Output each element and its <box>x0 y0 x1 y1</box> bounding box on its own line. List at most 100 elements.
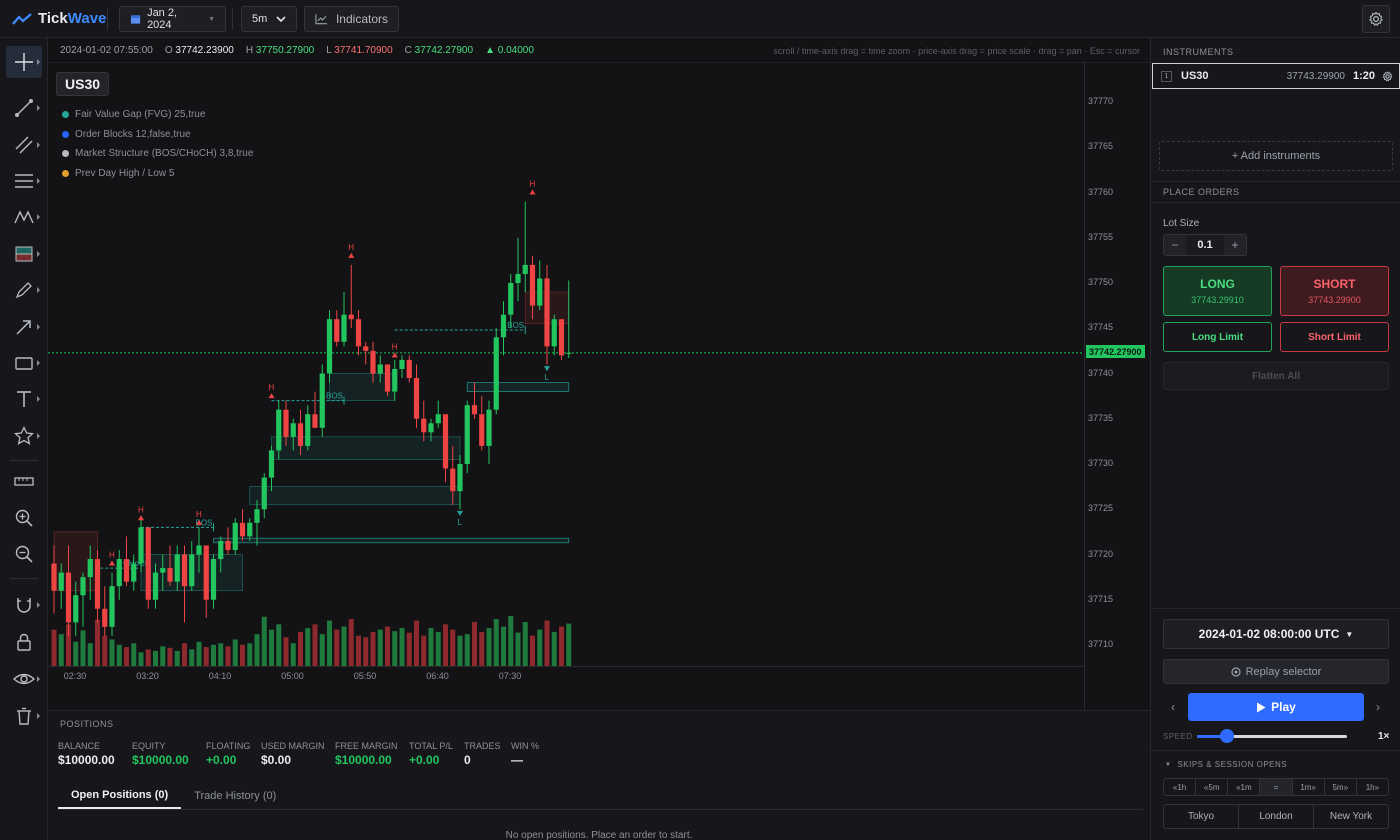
instrument-leverage: 1:20 <box>1352 70 1375 82</box>
high-number: 37750.27900 <box>255 45 315 56</box>
order-block-zone <box>466 382 570 392</box>
skip-forward-5m-button[interactable]: 5m» <box>1325 779 1357 795</box>
indicators-button[interactable]: Indicators <box>304 6 399 32</box>
skip-back-5m-button[interactable]: «5m <box>1196 779 1229 795</box>
tool-visibility[interactable] <box>6 663 42 695</box>
step-back-button[interactable]: ‹ <box>1171 700 1175 714</box>
legend-label: Prev Day High / Low 5 <box>75 167 175 179</box>
session-london-button[interactable]: London <box>1239 805 1314 828</box>
session-tokyo-button[interactable]: Tokyo <box>1164 805 1239 828</box>
skip-forward-1h-button[interactable]: 1h» <box>1357 779 1388 795</box>
skip-forward-1m-button[interactable]: 1m» <box>1293 779 1325 795</box>
panel-divider <box>1151 608 1400 609</box>
gear-icon[interactable] <box>1382 70 1393 82</box>
settings-button[interactable] <box>1362 5 1390 33</box>
replay-selector-button[interactable]: Replay selector <box>1163 659 1389 684</box>
caret-right-icon <box>37 324 40 330</box>
tool-rectangle[interactable] <box>6 347 42 379</box>
skips-header[interactable]: ▼ SKIPS & SESSION OPENS <box>1165 760 1287 769</box>
candle-body <box>464 405 470 464</box>
instrument-row[interactable]: 1 US30 37743.29900 1:20 <box>1152 63 1400 89</box>
lot-decrease-button[interactable]: − <box>1164 235 1186 255</box>
volume-bar <box>479 631 485 666</box>
skip-back-1m-button[interactable]: «1m <box>1228 779 1261 795</box>
short-button[interactable]: SHORT 37743.29900 <box>1280 266 1389 316</box>
top-bar: Tick Wave Jan 2, 2024 ▼ 5m Indicators <box>0 0 1400 38</box>
legend-item[interactable]: Fair Value Gap (FVG) 25,true <box>62 105 253 125</box>
tool-zoom-out[interactable] <box>6 538 42 570</box>
zigzag-pattern-icon <box>14 210 34 224</box>
legend-item[interactable]: Prev Day High / Low 5 <box>62 164 253 184</box>
tool-crosshair[interactable] <box>6 46 42 78</box>
candle-body <box>87 559 93 578</box>
legend-item[interactable]: Market Structure (BOS/CHoCH) 3,8,true <box>62 144 253 164</box>
step-forward-button[interactable]: › <box>1376 700 1380 714</box>
tab-open-positions[interactable]: Open Positions (0) <box>58 783 182 809</box>
tool-brush[interactable] <box>6 274 42 306</box>
text-icon <box>17 391 31 407</box>
skip-now-button[interactable]: = <box>1260 779 1293 795</box>
tool-arrow[interactable] <box>6 311 42 343</box>
volume-bar <box>508 616 514 666</box>
candle-body <box>392 368 398 392</box>
play-button[interactable]: Play <box>1188 693 1364 721</box>
flatten-all-button[interactable]: Flatten All <box>1163 362 1389 390</box>
tool-zoom-in[interactable] <box>6 502 42 534</box>
chart-hint: scroll / time-axis drag = time zoom · pr… <box>773 46 1140 56</box>
volume-bar <box>218 643 224 666</box>
date-picker-button[interactable]: Jan 2, 2024 ▼ <box>119 6 226 32</box>
speed-slider-handle[interactable] <box>1220 729 1234 743</box>
close-value: C 37742.27900 <box>405 45 473 56</box>
volume-bar <box>87 643 93 666</box>
replay-datetime: 2024-01-02 08:00:00 UTC <box>1198 627 1340 641</box>
bar-datetime: 2024-01-02 07:55:00 <box>60 45 153 56</box>
swing-low-label: L <box>458 518 463 527</box>
candle-body <box>515 273 521 283</box>
rectangle-icon <box>15 357 33 370</box>
tool-zigzag-pattern[interactable] <box>6 201 42 233</box>
chart-area[interactable]: 2024-01-02 07:55:00 O 37742.23900 H 3775… <box>48 38 1150 710</box>
tool-ruler[interactable] <box>6 466 42 498</box>
long-button[interactable]: LONG 37743.29910 <box>1163 266 1272 316</box>
candle-body <box>319 373 325 428</box>
tool-horizontal-lines[interactable] <box>6 165 42 197</box>
bos-label: BOS <box>326 392 343 401</box>
volume-bar <box>522 622 528 666</box>
caret-right-icon <box>37 251 40 257</box>
horizontal-lines-icon <box>15 174 33 188</box>
candle-body <box>116 559 122 587</box>
long-limit-button[interactable]: Long Limit <box>1163 322 1272 352</box>
volume-bar <box>189 649 195 666</box>
legend-dot <box>62 169 69 177</box>
tool-lock[interactable] <box>6 626 42 658</box>
tool-long-short-position[interactable] <box>6 238 42 270</box>
skips-label: SKIPS & SESSION OPENS <box>1177 760 1288 769</box>
tab-trade-history[interactable]: Trade History (0) <box>181 783 289 809</box>
candle-body <box>421 418 427 433</box>
volume-bar <box>370 631 376 666</box>
open-label: O <box>164 45 173 56</box>
tool-delete[interactable] <box>6 700 42 732</box>
empty-positions-message: No open positions. Place an order to sta… <box>505 830 693 840</box>
tool-text[interactable] <box>6 383 42 415</box>
stat-label: FLOATING <box>206 741 251 751</box>
positions-panel: POSITIONS BALANCE $10000.00 EQUITY $10000.… <box>48 710 1150 840</box>
tool-parallel-channel[interactable] <box>6 129 42 161</box>
legend-item[interactable]: Order Blocks 12,false,true <box>62 125 253 145</box>
lot-size-input[interactable]: 0.1 <box>1186 235 1224 255</box>
lot-increase-button[interactable]: + <box>1224 235 1246 255</box>
short-limit-button[interactable]: Short Limit <box>1280 322 1389 352</box>
volume-bar <box>269 629 274 666</box>
tool-favorites[interactable] <box>6 420 42 452</box>
stat-equity: EQUITY $10000.00 <box>132 741 189 767</box>
tool-magnet[interactable] <box>6 589 42 621</box>
swing-high-label: H <box>138 505 144 514</box>
tool-trend-line[interactable] <box>6 92 42 124</box>
stat-floating: FLOATING +0.00 <box>206 741 250 767</box>
timeframe-select[interactable]: 5m <box>241 6 297 32</box>
replay-datetime-select[interactable]: 2024-01-02 08:00:00 UTC ▼ <box>1163 619 1389 649</box>
skip-back-1h-button[interactable]: «1h <box>1164 779 1197 795</box>
add-instruments-button[interactable]: + Add instruments <box>1159 141 1393 171</box>
price-tick-label: 37745 <box>1088 322 1114 333</box>
session-newyork-button[interactable]: New York <box>1314 805 1388 828</box>
